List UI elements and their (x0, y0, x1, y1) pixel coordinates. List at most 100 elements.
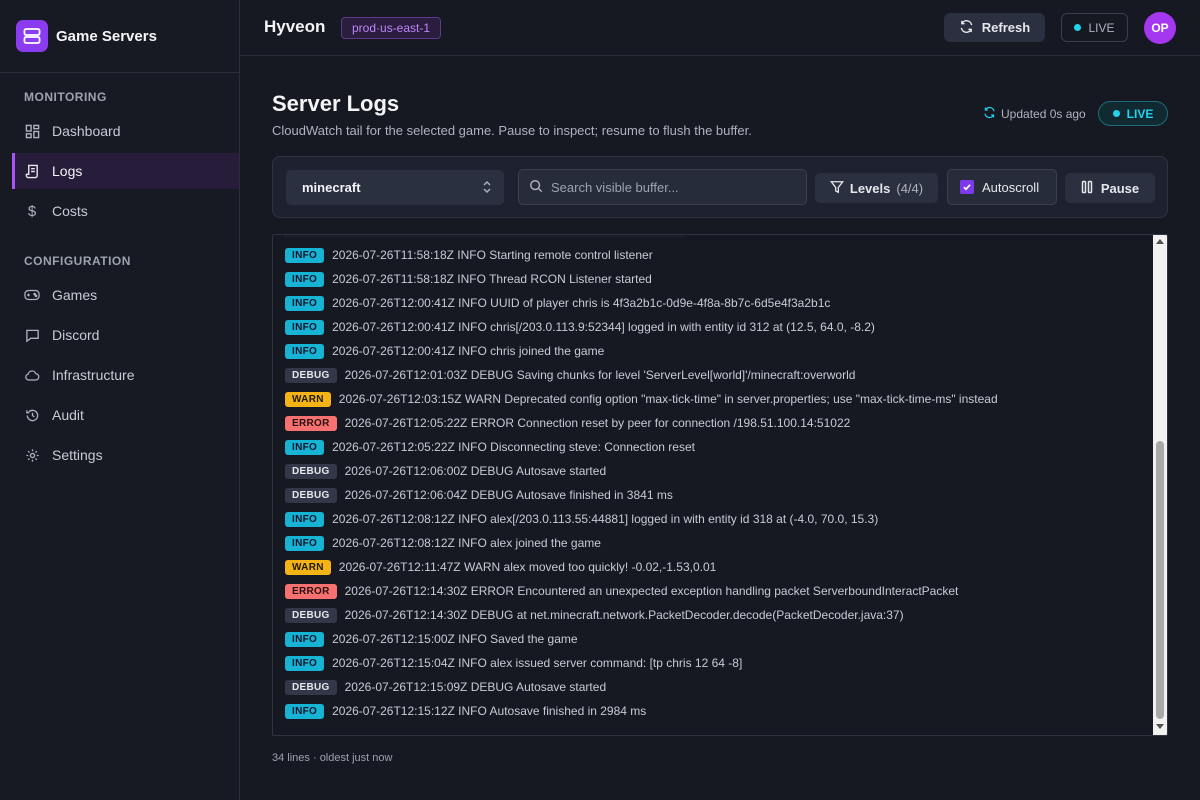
log-row: INFO 2026-07-26T12:00:41Z INFO chris[/203… (285, 319, 875, 335)
sidebar-item-settings[interactable]: Settings (12, 437, 239, 473)
log-level-badge: INFO (285, 343, 325, 359)
log-level-badge: INFO (285, 631, 325, 647)
levels-filter-button[interactable]: Levels (4/4) (815, 173, 938, 203)
log-message: 2026-07-26T12:05:22Z INFO Disconnecting … (332, 440, 695, 454)
sidebar-item-label: Logs (52, 163, 83, 179)
log-message: 2026-07-26T12:08:12Z INFO alex joined th… (332, 536, 601, 550)
log-level-badge: INFO (285, 655, 325, 671)
log-message: 2026-07-26T12:15:12Z INFO Autosave finis… (332, 704, 647, 718)
scroll-up-icon[interactable] (1156, 239, 1164, 244)
sidebar-item-label: Settings (52, 447, 103, 463)
sidebar-item-games[interactable]: Games (12, 277, 239, 313)
search-icon (529, 179, 543, 196)
log-message: 2026-07-26T12:08:12Z INFO alex[/203.0.11… (332, 512, 879, 526)
log-message: 2026-07-26T12:01:03Z DEBUG Saving chunks… (344, 368, 856, 382)
log-level-badge: DEBUG (285, 607, 337, 623)
env-badge: prod·us-east-1 (341, 17, 442, 39)
updated-text: Updated 0s ago (1001, 107, 1086, 121)
section-label-configuration: CONFIGURATION (24, 254, 131, 268)
log-level-badge: INFO (285, 271, 325, 287)
sync-icon (983, 106, 996, 122)
log-row: INFO 2026-07-26T11:58:18Z INFO Starting r… (285, 247, 653, 263)
log-level-badge: INFO (285, 535, 325, 551)
dashboard-icon (24, 123, 40, 139)
gamepad-icon (24, 287, 40, 303)
log-scrollbar[interactable] (1153, 235, 1167, 735)
log-footer-meta: 34 lines · oldest just now (272, 752, 393, 764)
server-stack-icon (16, 20, 48, 52)
section-label-monitoring: MONITORING (24, 90, 107, 104)
history-icon (24, 407, 40, 423)
sidebar-item-discord[interactable]: Discord (12, 317, 239, 353)
search-field[interactable] (518, 169, 807, 205)
cloud-icon (24, 367, 40, 383)
log-row: INFO 2026-07-26T11:58:18Z INFO Thread RCO… (285, 271, 652, 287)
live-toggle-button[interactable]: LIVE (1061, 13, 1128, 42)
log-level-badge: INFO (285, 703, 325, 719)
game-select-value: minecraft (302, 180, 361, 195)
sidebar-item-infrastructure[interactable]: Infrastructure (12, 357, 239, 393)
page-subtitle: CloudWatch tail for the selected game. P… (272, 123, 752, 138)
log-level-badge: INFO (285, 319, 325, 335)
chat-icon (24, 327, 40, 343)
scroll-down-icon[interactable] (1156, 724, 1164, 729)
pause-icon (1081, 180, 1093, 197)
autoscroll-toggle[interactable]: Autoscroll (947, 169, 1057, 205)
log-level-badge: INFO (285, 511, 325, 527)
log-message: 2026-07-26T12:15:00Z INFO Saved the game (332, 632, 578, 646)
sidebar-item-logs[interactable]: Logs (12, 153, 239, 189)
search-input[interactable] (551, 179, 791, 195)
log-message: 2026-07-26T12:06:00Z DEBUG Autosave star… (344, 464, 607, 478)
sidebar-item-dashboard[interactable]: Dashboard (12, 113, 239, 149)
log-row: DEBUG 2026-07-26T12:14:30Z DEBUG at net.m… (285, 607, 904, 623)
levels-count: (4/4) (896, 180, 924, 196)
sidebar-item-label: Costs (52, 203, 88, 219)
filter-icon (829, 180, 844, 197)
log-panel[interactable]: INFO 2026-07-26T11:58:18Z INFO Starting r… (272, 234, 1168, 736)
log-message: 2026-07-26T12:00:41Z INFO chris joined t… (332, 344, 605, 358)
refresh-icon (959, 19, 974, 37)
log-row: INFO 2026-07-26T12:08:12Z INFO alex joine… (285, 535, 601, 551)
autoscroll-checkbox[interactable] (960, 180, 974, 194)
log-row: INFO 2026-07-26T12:15:00Z INFO Saved the … (285, 631, 578, 647)
log-list: INFO 2026-07-26T11:58:18Z INFO Starting r… (273, 235, 1153, 735)
game-select[interactable]: minecraft (286, 170, 504, 205)
updated-status: Updated 0s ago (983, 106, 1086, 122)
levels-label: Levels (849, 180, 891, 196)
log-level-badge: INFO (285, 295, 325, 311)
sidebar-item-label: Discord (52, 327, 100, 343)
log-row-clipped (285, 235, 685, 237)
log-row: DEBUG 2026-07-26T12:06:04Z DEBUG Autosave… (285, 487, 673, 503)
sidebar-item-audit[interactable]: Audit (12, 397, 239, 433)
sidebar-item-label: Games (52, 287, 98, 303)
brand[interactable]: Game Servers (0, 0, 239, 73)
pause-label: Pause (1100, 180, 1140, 196)
log-message: 2026-07-26T12:03:15Z WARN Deprecated con… (338, 392, 998, 406)
dollar-icon: $ (27, 202, 37, 220)
scrollbar-thumb[interactable] (1156, 441, 1164, 719)
log-level-badge: DEBUG (285, 487, 337, 503)
refresh-button[interactable]: Refresh (944, 13, 1045, 42)
avatar[interactable]: OP (1144, 12, 1176, 44)
live-status-badge: LIVE (1098, 101, 1168, 126)
log-level-badge: INFO (285, 439, 325, 455)
log-message: 2026-07-26T12:05:22Z ERROR Connection re… (344, 416, 851, 430)
log-message: 2026-07-26T12:00:41Z INFO chris[/203.0.1… (332, 320, 875, 334)
log-message: 2026-07-26T12:15:04Z INFO alex issued se… (332, 656, 743, 670)
refresh-label: Refresh (981, 20, 1031, 35)
pause-button[interactable]: Pause (1065, 173, 1155, 203)
log-level-badge: DEBUG (285, 367, 337, 383)
sidebar-item-label: Dashboard (52, 123, 121, 139)
log-level-badge: INFO (285, 247, 325, 263)
sidebar-item-costs[interactable]: $ Costs (12, 193, 239, 229)
log-level-badge: WARN (285, 391, 331, 407)
log-toolbar: minecraft Levels (4/4) Autoscroll Pause (272, 156, 1168, 218)
log-row: INFO 2026-07-26T12:00:41Z INFO chris join… (285, 343, 604, 359)
log-message: 2026-07-26T12:00:41Z INFO UUID of player… (332, 296, 831, 310)
log-row: INFO 2026-07-26T12:05:22Z INFO Disconnect… (285, 439, 695, 455)
log-message: 2026-07-26T11:58:18Z INFO Starting remot… (332, 248, 653, 262)
app-title: Hyveon (264, 17, 326, 36)
log-row: DEBUG 2026-07-26T12:01:03Z DEBUG Saving c… (285, 367, 855, 383)
live-dot-icon (1112, 110, 1120, 117)
logs-icon (24, 163, 40, 179)
